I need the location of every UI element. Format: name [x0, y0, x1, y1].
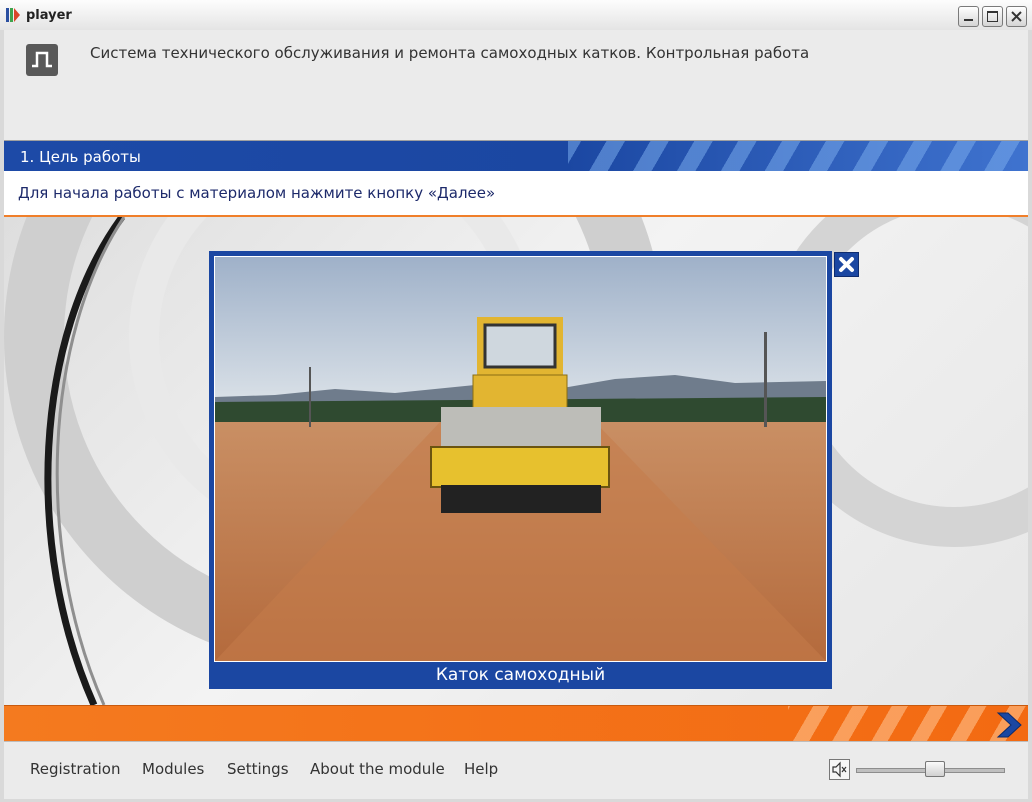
player-logo-icon	[6, 8, 22, 22]
section-title: 1. Цель работы	[20, 148, 141, 166]
minimize-button[interactable]	[958, 6, 979, 27]
minimize-icon	[964, 19, 973, 21]
speaker-icon	[832, 761, 847, 778]
road-roller-photo	[214, 256, 827, 662]
nav-registration[interactable]: Registration	[30, 760, 120, 778]
close-icon	[1011, 11, 1022, 22]
instruction-text: Для начала работы с материалом нажмите к…	[18, 184, 496, 202]
section-bar-stripes	[568, 141, 1028, 171]
nav-about-module[interactable]: About the module	[310, 760, 445, 778]
image-popup: Каток самоходный	[209, 251, 832, 689]
nav-modules[interactable]: Modules	[142, 760, 204, 778]
maximize-button[interactable]	[982, 6, 1003, 27]
course-logo-icon	[26, 44, 58, 76]
volume-slider-thumb[interactable]	[924, 761, 945, 777]
next-button[interactable]	[994, 712, 1024, 738]
footer: Registration Modules Settings About the …	[4, 741, 1028, 799]
section-bar: 1. Цель работы	[4, 141, 1028, 171]
chevron-right-icon	[996, 712, 1022, 738]
instruction-row: Для начала работы с материалом нажмите к…	[4, 171, 1028, 217]
nav-settings[interactable]: Settings	[227, 760, 289, 778]
app-header: Система технического обслуживания и ремо…	[4, 30, 1028, 141]
image-caption: Каток самоходный	[435, 665, 606, 685]
maximize-icon	[987, 11, 998, 22]
sound-toggle-button[interactable]	[829, 759, 850, 780]
nav-help[interactable]: Help	[464, 760, 498, 778]
course-title: Система технического обслуживания и ремо…	[90, 44, 810, 62]
close-window-button[interactable]	[1006, 6, 1027, 27]
window-titlebar[interactable]: player	[0, 0, 1032, 31]
navigation-bar-stripes	[788, 706, 1028, 742]
window-title: player	[26, 8, 72, 23]
navigation-bar	[4, 705, 1028, 742]
window-border-right	[1028, 30, 1032, 802]
close-icon	[839, 257, 854, 272]
close-popup-button[interactable]	[834, 252, 859, 277]
